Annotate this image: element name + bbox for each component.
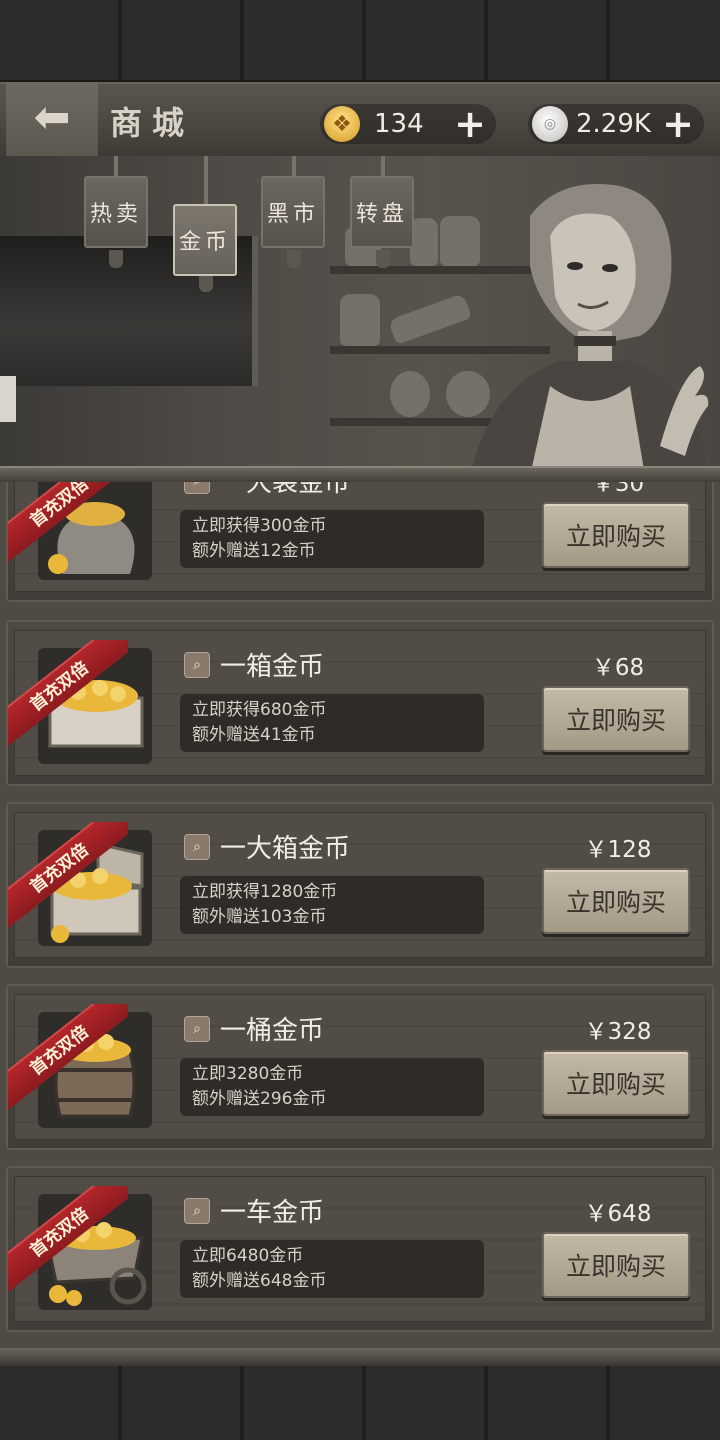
product-card: 首充双倍 ⌕ 一大箱金币 ￥128 立即获得1280金币 额外赠送103金币 立… xyxy=(6,802,714,968)
search-icon[interactable]: ⌕ xyxy=(184,834,210,860)
desc-line-immediate: 立即3280金币 xyxy=(192,1064,304,1084)
add-shell-plus-icon[interactable]: + xyxy=(454,105,486,143)
item-name: 一车金币 xyxy=(220,1198,325,1228)
desc-line-bonus: 额外赠送296金币 xyxy=(192,1089,327,1109)
search-icon[interactable]: ⌕ xyxy=(184,482,210,494)
tab-rope xyxy=(381,156,385,178)
product-card: 首充双倍 ⌕ 一桶金币 ￥328 立即3280金币 额外赠送296金币 立即购买 xyxy=(6,984,714,1150)
item-name: 一大箱金币 xyxy=(220,834,351,864)
item-name: 一大袋金币 xyxy=(220,482,351,498)
shell-count: 134 xyxy=(374,109,424,139)
product-card: 首充双倍 ⌕ 一大袋金币 ￥30 立即获得300金币 额外赠送12金币 立即购买 xyxy=(6,482,714,602)
coin-count: 2.29K xyxy=(576,109,651,139)
search-icon[interactable]: ⌕ xyxy=(184,1016,210,1042)
back-arrow-icon: ⬅ xyxy=(33,92,71,143)
item-price: ￥128 xyxy=(584,837,652,863)
buy-now-button[interactable]: 立即购买 xyxy=(542,868,690,934)
bottom-wood-background xyxy=(0,1366,720,1440)
desc-line-immediate: 立即获得1280金币 xyxy=(192,882,338,902)
shell-currency-icon: ❖ xyxy=(324,106,360,142)
first-recharge-double-ribbon: 首充双倍 xyxy=(8,640,128,760)
tab-wheel[interactable]: 转盘 xyxy=(350,176,414,248)
desc-line-immediate: 立即获得680金币 xyxy=(192,700,327,720)
desc-line-bonus: 额外赠送41金币 xyxy=(192,725,316,745)
product-card: 首充双倍 ⌕ 一箱金币 ￥68 立即获得680金币 额外赠送41金币 立即购买 xyxy=(6,620,714,786)
pot-decoration xyxy=(390,371,430,417)
jar-decoration xyxy=(340,294,380,346)
tab-weight xyxy=(109,250,123,268)
shopkeeper-character xyxy=(472,184,709,468)
shell-currency: ❖ 134 + xyxy=(320,104,496,144)
desc-line-bonus: 额外赠送103金币 xyxy=(192,907,327,927)
tab-gold-coins[interactable]: 金币 xyxy=(173,204,237,276)
item-name: 一箱金币 xyxy=(220,652,325,682)
search-icon[interactable]: ⌕ xyxy=(184,652,210,678)
search-icon[interactable]: ⌕ xyxy=(184,1198,210,1224)
buy-now-button[interactable]: 立即购买 xyxy=(542,1050,690,1116)
desc-line-bonus: 额外赠送648金币 xyxy=(192,1271,327,1291)
tab-hot-sale[interactable]: 热卖 xyxy=(84,176,148,248)
desc-line-bonus: 额外赠送12金币 xyxy=(192,541,316,561)
first-recharge-double-ribbon: 首充双倍 xyxy=(8,1186,128,1306)
tab-rope xyxy=(114,156,118,178)
item-description: 立即获得680金币 额外赠送41金币 xyxy=(180,694,484,752)
buy-now-button[interactable]: 立即购买 xyxy=(542,502,690,568)
first-recharge-double-ribbon: 首充双倍 xyxy=(8,822,128,942)
tab-black-market[interactable]: 黑市 xyxy=(261,176,325,248)
coin-currency: ◎ 2.29K + xyxy=(528,104,704,144)
tab-weight xyxy=(287,250,301,268)
add-coin-plus-icon[interactable]: + xyxy=(662,105,694,143)
item-name: 一桶金币 xyxy=(220,1016,325,1046)
desc-line-immediate: 立即获得300金币 xyxy=(192,516,327,536)
top-wood-background xyxy=(0,0,720,83)
page-title: 商城 xyxy=(110,104,195,142)
item-price: ￥30 xyxy=(591,482,645,497)
buy-now-button[interactable]: 立即购买 xyxy=(542,686,690,752)
bottle-decoration xyxy=(387,293,473,345)
first-recharge-double-ribbon: 首充双倍 xyxy=(8,482,128,576)
item-description: 立即获得300金币 额外赠送12金币 xyxy=(180,510,484,568)
list-bottom-border xyxy=(0,1348,720,1366)
buy-now-button[interactable]: 立即购买 xyxy=(542,1232,690,1298)
first-recharge-double-ribbon: 首充双倍 xyxy=(8,1004,128,1124)
tab-rope xyxy=(204,156,208,206)
item-description: 立即6480金币 额外赠送648金币 xyxy=(180,1240,484,1298)
product-list[interactable]: 首充双倍 ⌕ 一大袋金币 ￥30 立即获得300金币 额外赠送12金币 立即购买… xyxy=(0,482,720,1350)
item-price: ￥328 xyxy=(584,1019,652,1045)
item-description: 立即获得1280金币 额外赠送103金币 xyxy=(180,876,484,934)
silver-coin-icon: ◎ xyxy=(532,106,568,142)
tab-rope xyxy=(292,156,296,178)
item-price: ￥648 xyxy=(584,1201,652,1227)
candle-decoration xyxy=(0,376,16,422)
tab-weight xyxy=(376,250,390,268)
item-price: ￥68 xyxy=(591,655,645,681)
desc-line-immediate: 立即6480金币 xyxy=(192,1246,304,1266)
bottle-decoration xyxy=(410,218,438,266)
tab-weight xyxy=(199,274,213,292)
product-card: 首充双倍 ⌕ 一车金币 ￥648 立即6480金币 额外赠送648金币 立即购买 xyxy=(6,1166,714,1332)
item-description: 立即3280金币 额外赠送296金币 xyxy=(180,1058,484,1116)
